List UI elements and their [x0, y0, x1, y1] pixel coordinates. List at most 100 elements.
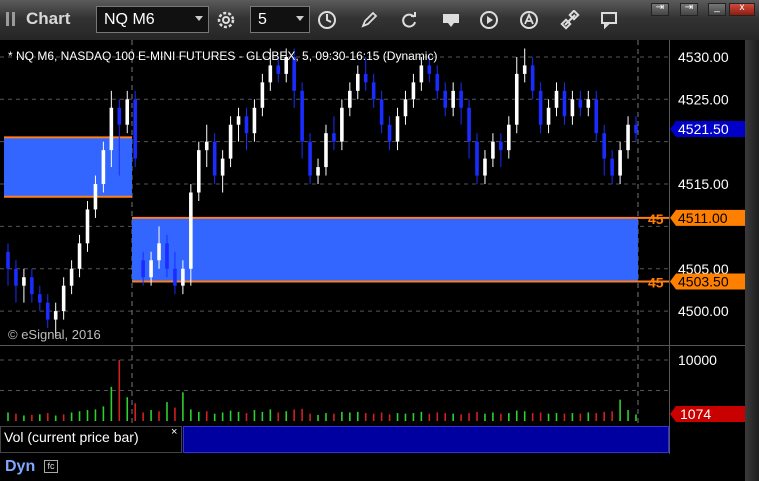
candle-body [371, 82, 376, 100]
candle-body [22, 277, 26, 286]
price-chart[interactable]: 4530.004525.004515.004505.004500.004521.… [0, 0, 745, 454]
candle-body [300, 90, 304, 142]
candle-body [634, 124, 638, 134]
volume-pane [0, 346, 669, 425]
price-axis-label: 4515.00 [678, 176, 729, 192]
candle-body [45, 302, 50, 320]
candle-body [165, 243, 169, 269]
candle-body [260, 82, 265, 108]
candle-body [189, 192, 193, 269]
candle-body [117, 107, 122, 125]
candle-body [363, 73, 368, 83]
candle-body [69, 268, 74, 286]
current-volume-label: 1074 [680, 406, 711, 422]
candle-body [316, 167, 320, 176]
candle-body [483, 158, 487, 176]
candle-body [451, 90, 455, 108]
candle-body [578, 99, 583, 108]
candle-body [586, 99, 591, 108]
chart-window: Chart NQ M6 5 ⇥ ⇥ _ x 4530.00 4525.00 45… [0, 0, 759, 481]
price-axis-label: 4500.00 [678, 303, 729, 319]
candle-body [308, 141, 312, 176]
candle-body [411, 82, 416, 100]
candle-body [109, 107, 114, 151]
candle-body [355, 73, 360, 91]
price-axis-label: 4530.00 [678, 49, 729, 65]
candle-body [546, 107, 551, 125]
candle-body [610, 158, 614, 176]
candle-body [133, 99, 137, 159]
candle-body [475, 141, 479, 176]
candle-body [395, 116, 400, 142]
time-axis-bar [0, 454, 759, 481]
candle-body [340, 107, 344, 142]
candle-body [125, 99, 130, 125]
candle-body [38, 294, 42, 303]
candle-body [499, 141, 503, 151]
candle-body [443, 90, 448, 108]
price-axis-label: 4525.00 [678, 91, 729, 107]
candle-body [30, 277, 34, 295]
candle-body [252, 107, 257, 134]
candle-body [236, 116, 241, 125]
candle-body [618, 150, 622, 176]
candle-body [196, 150, 201, 193]
candle-body [6, 251, 10, 269]
candle-body [268, 65, 273, 83]
candle-body [427, 65, 432, 74]
candle-body [149, 260, 153, 278]
fc-icon[interactable]: fc [44, 460, 58, 473]
candle-body [538, 90, 543, 125]
candle-body [244, 116, 249, 134]
candle-body [467, 107, 471, 142]
zone-upper-price-label: 4511.00 [678, 210, 728, 226]
volume-axis-label: 10000 [678, 352, 717, 368]
candle-body [348, 90, 352, 108]
candle-body [53, 311, 58, 320]
dynamic-mode-label[interactable]: Dyn [5, 458, 35, 476]
candle-body [602, 133, 606, 159]
candle-body [141, 260, 145, 278]
right-edge-scrollbar[interactable] [745, 40, 759, 481]
candle-body [403, 99, 408, 117]
candle-body [276, 65, 281, 74]
candle-body [14, 268, 18, 286]
candle-body [530, 65, 535, 91]
candle-body [220, 158, 225, 176]
candle-body [324, 133, 328, 168]
candle-body [228, 124, 233, 159]
candle-body [181, 268, 185, 286]
candle-body [554, 90, 559, 108]
candle-body [101, 150, 106, 185]
candle-body [507, 124, 511, 151]
current-price-label: 4521.50 [678, 121, 729, 137]
candle-body [379, 99, 384, 125]
candle-body [173, 268, 177, 286]
candle-body [491, 141, 495, 159]
candle-body [514, 73, 519, 125]
candle-body [157, 243, 161, 261]
candle-body [332, 133, 336, 142]
volume-study-label: Vol (current price bar) [4, 429, 139, 445]
candle-body [594, 99, 599, 134]
zone-lower-price-label: 4503.50 [678, 273, 729, 289]
copyright-text: © eSignal, 2016 [8, 327, 101, 342]
candle-body [204, 141, 209, 151]
candle-body [570, 99, 575, 117]
candle-body [77, 243, 82, 269]
zone-lower-marker: 45 [648, 274, 664, 290]
candle-body [387, 124, 392, 142]
candle-body [626, 124, 630, 151]
candle-body [93, 184, 98, 210]
support-zone [132, 217, 638, 282]
candle-body [419, 65, 424, 83]
candle-body [85, 209, 90, 244]
candle-body [435, 73, 440, 91]
candle-body [562, 90, 567, 117]
candle-body [61, 285, 66, 312]
candle-body [459, 90, 463, 108]
volume-study-close-icon[interactable]: × [171, 426, 177, 438]
chart-subtitle: * NQ M6, NASDAQ 100 E-MINI FUTURES - GLO… [8, 49, 438, 63]
candle-body [212, 141, 217, 176]
candle-body [522, 65, 527, 74]
